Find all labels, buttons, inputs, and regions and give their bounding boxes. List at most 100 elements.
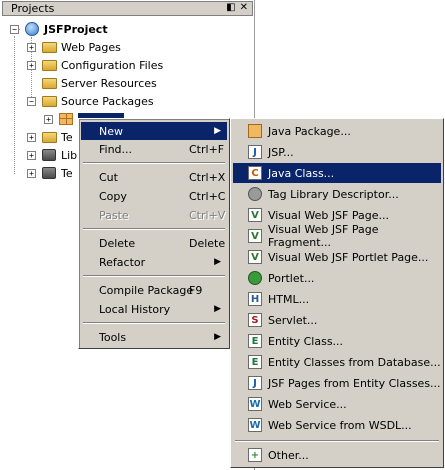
panel-header: Projects ◧ ✕ xyxy=(2,1,253,16)
tree-item-label: Te xyxy=(61,130,73,144)
menu-separator xyxy=(83,162,225,164)
folder-icon xyxy=(42,40,58,54)
project-name: JSFProject xyxy=(44,22,108,36)
menu-item-shortcut: Ctrl+C xyxy=(189,189,226,203)
submenu-item-visual-web-portlet[interactable]: V Visual Web JSF Portlet Page... xyxy=(233,247,441,267)
tree-item-source-packages[interactable]: − Source Packages xyxy=(27,92,154,110)
submenu-item-label: Tag Library Descriptor... xyxy=(268,187,399,201)
submenu-item-entity-class[interactable]: E Entity Class... xyxy=(233,331,441,351)
expand-icon[interactable]: + xyxy=(27,60,36,70)
submenu-item-label: Servlet... xyxy=(268,313,318,327)
menu-item-label: Copy xyxy=(99,189,127,203)
menu-item-local-history[interactable]: Local History ▶ xyxy=(81,300,227,318)
panel-title: Projects xyxy=(11,2,55,15)
tree-item-partial-2[interactable]: + Lib xyxy=(27,146,77,164)
tree-item-label: Server Resources xyxy=(61,76,157,90)
menu-item-refactor[interactable]: Refactor ▶ xyxy=(81,253,227,271)
submenu-arrow-icon: ▶ xyxy=(214,304,221,314)
submenu-item-label: Visual Web JSF Page Fragment... xyxy=(268,223,379,249)
menu-item-paste: Paste Ctrl+V xyxy=(81,206,227,224)
submenu-item-other[interactable]: + Other... xyxy=(233,445,441,465)
submenu-arrow-icon: ▶ xyxy=(214,332,221,342)
tree-item-label: Source Packages xyxy=(61,94,154,108)
submenu-item-servlet[interactable]: S Servlet... xyxy=(233,310,441,330)
entity-class-icon: E xyxy=(248,334,262,348)
minimize-window-icon[interactable]: ◧ xyxy=(226,2,235,13)
menu-item-label: Delete xyxy=(99,236,136,250)
submenu-item-label: Web Service from WSDL... xyxy=(268,418,412,432)
visual-web-page-icon: V xyxy=(248,208,262,222)
menu-item-delete[interactable]: Delete Delete xyxy=(81,234,227,252)
submenu-item-entity-from-db[interactable]: E Entity Classes from Database... xyxy=(233,352,441,372)
folder-icon xyxy=(42,58,58,72)
menu-item-copy[interactable]: Copy Ctrl+C xyxy=(81,187,227,205)
submenu-item-jsf-pages[interactable]: J JSF Pages from Entity Classes... xyxy=(233,373,441,393)
expand-icon[interactable]: + xyxy=(27,168,36,178)
menu-item-find[interactable]: Find... Ctrl+F xyxy=(81,140,227,158)
submenu-item-web-service-wsdl[interactable]: W Web Service from WSDL... xyxy=(233,415,441,435)
submenu-item-label: Visual Web JSF Page... xyxy=(268,208,389,222)
tree-item-partial-1[interactable]: + Te xyxy=(27,128,73,146)
expand-icon[interactable]: + xyxy=(27,150,36,160)
submenu-item-label: Java Package... xyxy=(268,124,351,138)
close-icon[interactable]: ✕ xyxy=(240,2,248,13)
submenu-item-jsp[interactable]: J JSP... xyxy=(233,142,441,162)
menu-item-new[interactable]: New ▶ xyxy=(81,122,227,140)
menu-item-label: Refactor xyxy=(99,255,146,269)
submenu-item-label: Entity Class... xyxy=(268,334,344,348)
menu-item-compile-package[interactable]: Compile Package F9 xyxy=(81,281,227,299)
menu-item-tools[interactable]: Tools ▶ xyxy=(81,328,227,346)
submenu-item-visual-web-page[interactable]: V Visual Web JSF Page... xyxy=(233,205,441,225)
tree-root-project[interactable]: − JSFProject xyxy=(10,20,108,38)
tree-item-configuration-files[interactable]: + Configuration Files xyxy=(27,56,163,74)
jsf-pages-icon: J xyxy=(248,376,262,390)
menu-item-label: Tools xyxy=(99,330,127,344)
tree-item-label: Lib xyxy=(61,148,78,162)
tree-item-label: Web Pages xyxy=(61,40,121,54)
tree-item-web-pages[interactable]: + Web Pages xyxy=(27,38,121,56)
java-class-icon: C xyxy=(248,166,262,180)
menu-item-shortcut: Ctrl+X xyxy=(189,170,226,184)
expand-icon[interactable]: + xyxy=(44,114,53,124)
submenu-item-label: HTML... xyxy=(268,292,310,306)
submenu-item-label: Other... xyxy=(268,448,309,462)
tree-item-label: Configuration Files xyxy=(61,58,164,72)
menu-item-label: Paste xyxy=(99,208,129,222)
jsp-icon: J xyxy=(248,145,262,159)
submenu-item-portlet[interactable]: Portlet... xyxy=(233,268,441,288)
submenu-item-tag-library[interactable]: Tag Library Descriptor... xyxy=(233,184,441,204)
menu-item-cut[interactable]: Cut Ctrl+X xyxy=(81,168,227,186)
folder-icon xyxy=(42,94,58,108)
visual-web-portlet-icon: V xyxy=(248,250,262,264)
visual-web-fragment-icon: V xyxy=(248,229,262,243)
menu-item-label: Find... xyxy=(99,142,133,156)
menu-item-label: New xyxy=(99,124,123,138)
submenu-item-label: JSF Pages from Entity Classes... xyxy=(268,376,441,390)
tag-library-icon xyxy=(248,187,262,201)
submenu-item-html[interactable]: H HTML... xyxy=(233,289,441,309)
html-icon: H xyxy=(248,292,262,306)
submenu-item-java-class[interactable]: C Java Class... xyxy=(233,163,441,183)
collapse-icon[interactable]: − xyxy=(27,96,36,106)
submenu-item-label: Entity Classes from Database... xyxy=(268,355,441,369)
menu-item-label: Compile Package xyxy=(99,283,194,297)
tree-item-partial-3[interactable]: + Te xyxy=(27,164,73,182)
menu-item-label: Local History xyxy=(99,302,171,316)
servlet-icon: S xyxy=(248,313,262,327)
package-icon xyxy=(59,112,75,126)
menu-item-label: Cut xyxy=(99,170,118,184)
submenu-item-java-package[interactable]: Java Package... xyxy=(233,121,441,141)
folder-icon xyxy=(42,76,58,90)
collapse-icon[interactable]: − xyxy=(10,24,19,34)
expand-icon[interactable]: + xyxy=(27,42,36,52)
library-jar-icon xyxy=(42,166,58,180)
menu-separator xyxy=(83,275,225,277)
expand-icon[interactable]: + xyxy=(27,132,36,142)
submenu-item-label: JSP... xyxy=(268,145,294,159)
web-service-icon: W xyxy=(248,397,262,411)
submenu-item-web-service[interactable]: W Web Service... xyxy=(233,394,441,414)
tree-item-server-resources[interactable]: Server Resources xyxy=(27,74,157,92)
folder-icon xyxy=(42,130,58,144)
other-icon: + xyxy=(248,448,262,462)
submenu-item-visual-web-fragment[interactable]: V Visual Web JSF Page Fragment... xyxy=(233,223,441,249)
